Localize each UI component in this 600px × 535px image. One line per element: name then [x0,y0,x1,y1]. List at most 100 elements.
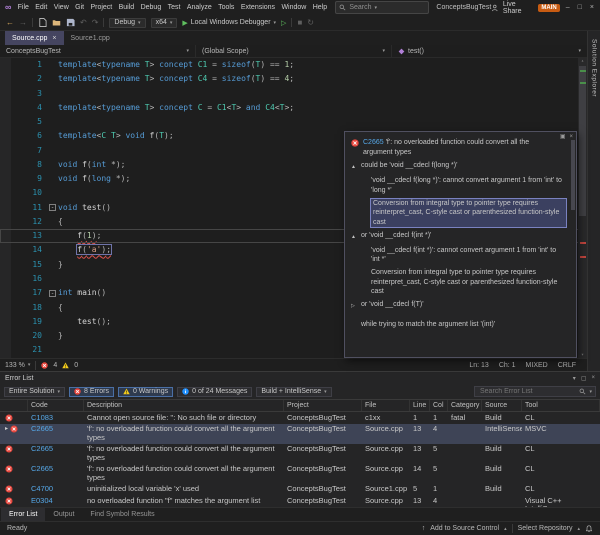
error-code-link[interactable]: C4700 [28,485,84,494]
document-warning-count[interactable]: 0 [74,362,78,369]
error-code-link[interactable]: C2665 [363,139,384,146]
live-share-icon[interactable] [491,4,499,12]
column-header-code[interactable]: Code [28,400,84,411]
error-row[interactable]: C2665'f': no overloaded function could c… [0,444,600,464]
nav-member-dropdown[interactable]: test()▾ [392,45,587,57]
panel-tab-output[interactable]: Output [45,508,82,521]
menu-item-help[interactable]: Help [310,0,331,15]
scroll-up-icon[interactable]: ▴ [578,58,587,64]
chevron-down-icon: ▾ [58,389,61,395]
new-file-icon[interactable] [38,18,47,27]
error-code-link[interactable]: C2665 [28,445,84,454]
menu-item-build[interactable]: Build [115,0,137,15]
scrollbar-thumb[interactable] [579,66,586,216]
save-icon[interactable] [66,18,75,27]
error-list-search-box[interactable]: ▾ [474,386,596,397]
source-filter-dropdown[interactable]: Build + IntelliSense▾ [256,387,331,397]
redo-icon[interactable]: ↷ [92,19,99,27]
menu-item-project[interactable]: Project [87,0,115,15]
solution-platform-dropdown[interactable]: x64▾ [151,18,178,28]
document-tab-source-cpp[interactable]: Source.cpp× [5,31,64,45]
expander-icon[interactable]: ▲ [351,231,358,243]
messages-filter-button[interactable]: 0 of 24 Messages [177,387,252,397]
start-without-debugging-icon[interactable]: ▷ [281,19,286,27]
chevron-down-icon[interactable]: ▾ [573,375,576,382]
error-code-link[interactable]: E0304 [28,497,84,506]
notifications-bell-icon[interactable] [585,525,593,533]
global-search-box[interactable]: Search ▾ [335,1,429,14]
scope-filter-dropdown[interactable]: Entire Solution▾ [4,387,65,397]
error-row[interactable]: C2665'f': no overloaded function could c… [0,464,600,484]
nav-scope-dropdown[interactable]: (Global Scope)▾ [196,45,392,57]
error-list-search-input[interactable] [478,387,576,396]
line-number: 5 [0,115,47,129]
expander-icon[interactable]: ▷ [351,300,358,312]
column-header-category[interactable]: Category [448,400,482,411]
menu-item-test[interactable]: Test [164,0,183,15]
panel-tab-error-list[interactable]: Error List [1,508,45,521]
undo-icon[interactable]: ↶ [80,19,87,27]
maximize-button[interactable]: □ [576,4,584,11]
chevron-down-icon: ▾ [324,389,327,395]
solution-configuration-dropdown[interactable]: Debug▾ [109,18,145,28]
column-header-source[interactable]: Source [482,400,522,411]
solution-explorer-collapsed-tab[interactable]: Solution Explorer [587,31,600,371]
column-header-project[interactable]: Project [284,400,362,411]
popout-icon[interactable]: ▣ [560,133,566,143]
minimize-button[interactable]: – [564,4,572,11]
column-header-severity[interactable] [0,400,28,411]
error-description: uninitialized local variable 'x' used [84,485,284,494]
menu-item-debug[interactable]: Debug [137,0,164,15]
column-header-tool[interactable]: Tool [522,400,600,411]
menu-item-analyze[interactable]: Analyze [184,0,215,15]
error-row[interactable]: C4700uninitialized local variable 'x' us… [0,484,600,496]
menu-item-git[interactable]: Git [72,0,87,15]
menu-item-tools[interactable]: Tools [215,0,238,15]
error-code-link[interactable]: C1083 [28,414,84,423]
error-row[interactable]: C1083Cannot open source file: '': No suc… [0,412,600,424]
code-line[interactable]: 3 [0,87,587,101]
select-repository-button[interactable]: Select Repository [518,525,573,532]
navigate-back-icon[interactable]: ← [6,19,14,27]
errors-filter-button[interactable]: 8 Errors [69,387,114,397]
code-line[interactable]: 1template<typename T> concept C1 = sizeo… [0,58,587,72]
editor-scrollbar[interactable]: ▴ ▾ [578,58,587,358]
close-icon[interactable]: × [52,35,56,42]
close-button[interactable]: × [588,4,596,11]
error-row[interactable]: ▸C2665'f': no overloaded function could … [0,424,600,444]
nav-project-dropdown[interactable]: ConceptsBugTest▾ [0,45,196,57]
open-folder-icon[interactable] [52,18,61,27]
navigate-forward-icon[interactable]: → [19,19,27,27]
warnings-filter-button[interactable]: 0 Warnings [118,387,173,397]
restore-icon[interactable]: ▢ [581,375,587,382]
menu-item-extensions[interactable]: Extensions [238,0,279,15]
zoom-dropdown[interactable]: 133 %▾ [5,362,30,369]
error-code-link[interactable]: C2665 [28,425,84,434]
code-line[interactable]: 2template<typename T> concept C4 = sizeo… [0,72,587,86]
code-line[interactable]: 5 [0,115,587,129]
code-line[interactable]: 4template<typename T> concept C = C1<T> … [0,101,587,115]
column-header-line[interactable]: Line [410,400,430,411]
column-header-col[interactable]: Col [430,400,448,411]
error-code-link[interactable]: C2665 [28,465,84,474]
close-icon[interactable]: × [591,375,595,382]
menu-item-view[interactable]: View [51,0,72,15]
expander-icon[interactable]: ▲ [351,161,358,173]
add-to-source-control-button[interactable]: Add to Source Control [430,525,499,532]
tooltip-scrollbar[interactable] [571,140,575,210]
panel-title-bar[interactable]: Error List ▾ ▢ × [0,372,600,384]
tooltip-entry-text: could be 'void __cdecl f(long *)' [361,161,566,173]
start-debugging-button[interactable]: ▶ Local Windows Debugger ▾ [182,19,276,27]
menu-item-file[interactable]: File [14,0,32,15]
collapse-region-icon[interactable]: - [49,204,56,211]
menu-item-window[interactable]: Window [278,0,309,15]
menu-item-edit[interactable]: Edit [32,0,50,15]
document-tab-source1-cpp[interactable]: Source1.cpp [64,31,117,45]
column-header-description[interactable]: Description [84,400,284,411]
collapse-region-icon[interactable]: - [49,290,56,297]
column-header-file[interactable]: File [362,400,410,411]
titlebar-right-cluster: Live Share MAIN – □ × [491,1,600,15]
document-error-count[interactable]: 4 [53,362,57,369]
live-share-button[interactable]: Live Share [503,1,535,15]
panel-tab-find-symbol-results[interactable]: Find Symbol Results [82,508,162,521]
